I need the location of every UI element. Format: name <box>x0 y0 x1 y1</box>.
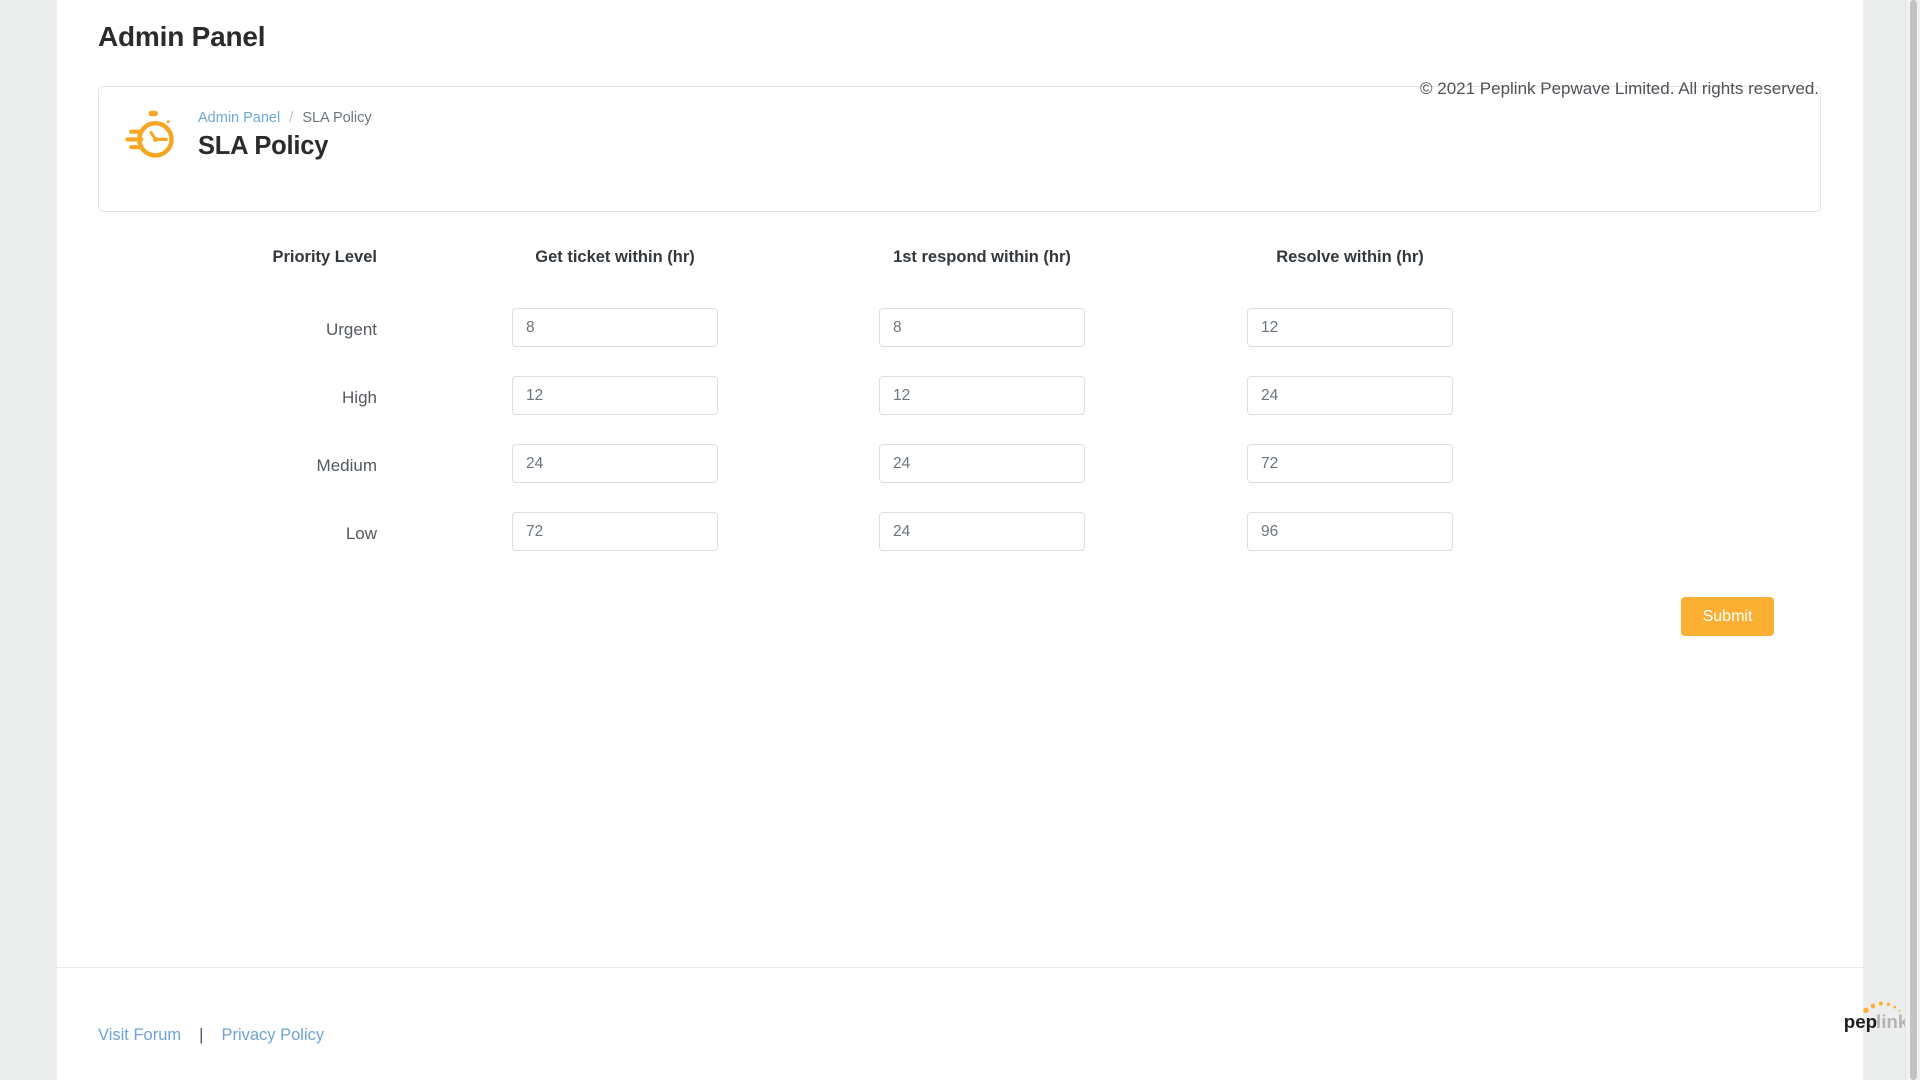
get-ticket-input-high[interactable] <box>512 376 718 415</box>
resolve-input-low[interactable] <box>1247 512 1453 551</box>
get-ticket-input-medium[interactable] <box>512 444 718 483</box>
vertical-scrollbar-thumb[interactable] <box>1910 0 1917 1080</box>
column-header-resolve: Resolve within (hr) <box>1276 248 1424 266</box>
page-footer: Visit Forum | Privacy Policy <box>57 967 1863 1080</box>
get-ticket-input-low[interactable] <box>512 512 718 551</box>
column-header-first-respond: 1st respond within (hr) <box>893 248 1071 266</box>
first-respond-input-urgent[interactable] <box>879 308 1085 347</box>
submit-button[interactable]: Submit <box>1681 597 1774 636</box>
resolve-input-medium[interactable] <box>1247 444 1453 483</box>
priority-label-urgent: Urgent <box>325 320 377 339</box>
section-heading: SLA Policy <box>198 131 329 160</box>
first-respond-input-high[interactable] <box>879 376 1085 415</box>
peplink-logo-bold-text: pep <box>1844 1011 1877 1032</box>
breadcrumb-inner: Admin Panel / SLA Policy SLA Policy <box>122 104 372 166</box>
priority-label-high: High <box>342 388 377 407</box>
peplink-logo-light-text: link <box>1876 1011 1909 1032</box>
sla-policy-table: Priority Level Get ticket within (hr) 1s… <box>57 246 1863 580</box>
copyright-text: © 2021 Peplink Pepwave Limited. All righ… <box>1419 79 1819 98</box>
get-ticket-input-urgent[interactable] <box>512 308 718 347</box>
stopwatch-icon <box>125 110 174 158</box>
content-sheet: Admin Panel Admin Panel / SLA Policy SLA… <box>57 0 1909 1080</box>
breadcrumb-current: SLA Policy <box>302 109 372 126</box>
priority-label-medium: Medium <box>316 456 377 475</box>
privacy-policy-link[interactable]: Privacy Policy <box>221 1024 324 1046</box>
page-title: Admin Panel <box>98 21 266 52</box>
table-row: High <box>57 376 1863 444</box>
table-header-row: Priority Level Get ticket within (hr) 1s… <box>57 246 1863 308</box>
priority-label-low: Low <box>345 524 377 543</box>
first-respond-input-medium[interactable] <box>879 444 1085 483</box>
main-content: Admin Panel Admin Panel / SLA Policy SLA… <box>57 0 1863 967</box>
footer-links: Visit Forum | Privacy Policy <box>98 1024 324 1046</box>
breadcrumb-separator: / <box>289 109 294 126</box>
app-root: Admin Panel Admin Panel / SLA Policy SLA… <box>0 0 1920 1080</box>
table-row: Urgent <box>57 308 1863 376</box>
first-respond-input-low[interactable] <box>879 512 1085 551</box>
visit-forum-link[interactable]: Visit Forum <box>98 1024 181 1046</box>
table-row: Low <box>57 512 1863 580</box>
breadcrumb-link-admin-panel[interactable]: Admin Panel <box>198 110 280 126</box>
breadcrumb-text: Admin Panel / SLA Policy SLA Policy <box>198 109 372 162</box>
breadcrumb: Admin Panel / SLA Policy <box>198 109 372 128</box>
breadcrumb-card: Admin Panel / SLA Policy SLA Policy <box>98 86 1821 212</box>
column-header-priority: Priority Level <box>272 248 377 266</box>
footer-divider: | <box>199 1026 204 1044</box>
vertical-scrollbar-track[interactable] <box>1905 0 1920 1080</box>
resolve-input-urgent[interactable] <box>1247 308 1453 347</box>
resolve-input-high[interactable] <box>1247 376 1453 415</box>
table-row: Medium <box>57 444 1863 512</box>
column-header-get-ticket: Get ticket within (hr) <box>535 248 695 266</box>
